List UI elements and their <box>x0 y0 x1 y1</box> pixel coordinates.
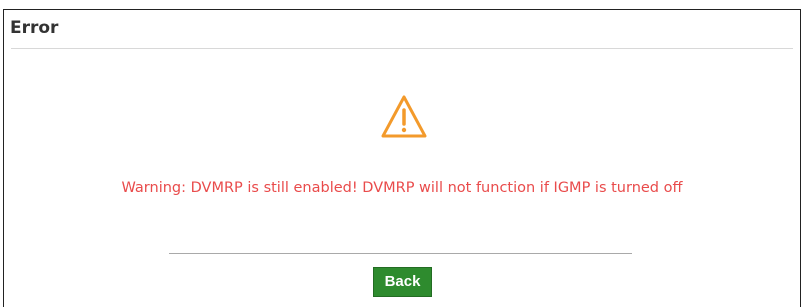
warning-message: Warning: DVMRP is still enabled! DVMRP w… <box>121 180 683 196</box>
button-divider <box>169 253 632 254</box>
title-divider <box>11 48 793 49</box>
panel-title: Error <box>10 18 59 38</box>
top-strip <box>0 0 803 9</box>
back-button[interactable]: Back <box>373 267 432 297</box>
warning-icon <box>381 95 427 138</box>
error-panel: Error Warning: DVMRP is still enabled! D… <box>3 9 801 307</box>
